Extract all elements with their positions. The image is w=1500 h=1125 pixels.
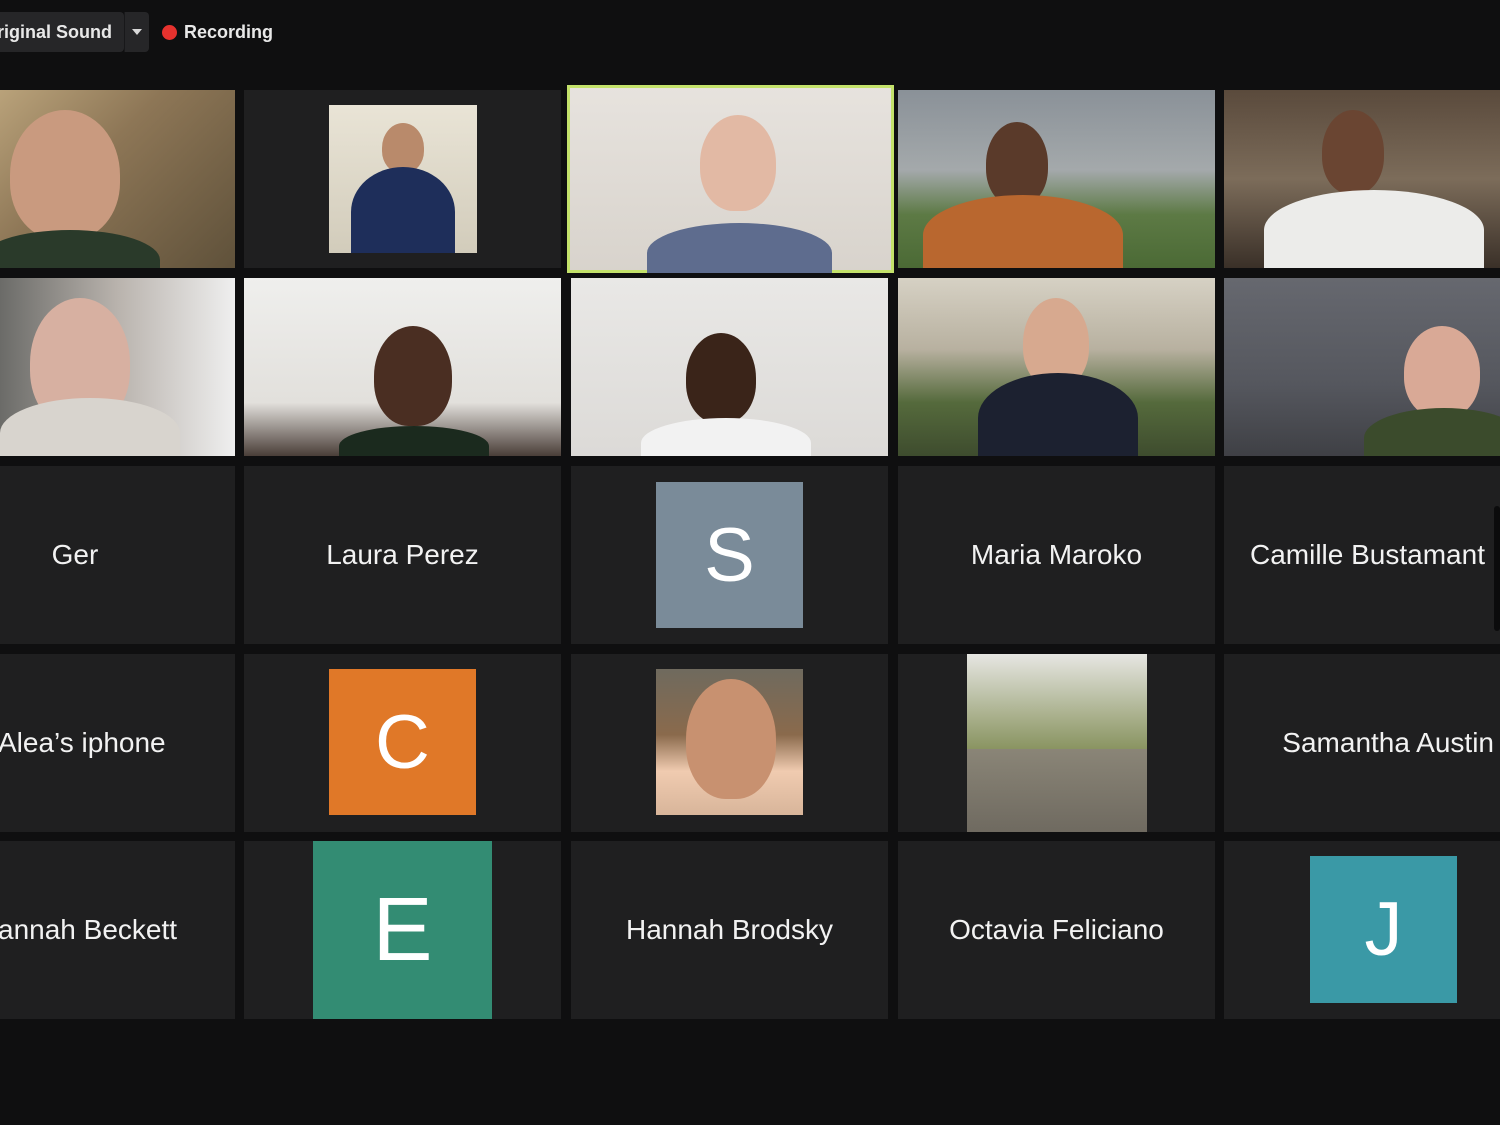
participant-avatar: S (656, 482, 803, 628)
participant-tile-photo[interactable] (571, 654, 888, 832)
participant-body (647, 223, 832, 273)
participant-tile-landscape[interactable] (898, 654, 1215, 832)
video-tile-r1c4[interactable] (898, 90, 1215, 268)
participant-tile-samantha-austin[interactable]: Samantha Austin (1224, 654, 1500, 832)
participant-name: Samantha Austin (1282, 727, 1494, 758)
recording-label: Recording (184, 21, 274, 42)
participant-tile-hannah-brodsky[interactable]: Hannah Brodsky (571, 841, 888, 1019)
participant-avatar: E (313, 841, 492, 1019)
video-tile-r1c1[interactable] (0, 90, 235, 268)
participant-body (351, 167, 455, 253)
participant-face (686, 679, 776, 799)
participant-tile-laura-perez[interactable]: Laura Perez (244, 466, 561, 644)
scrollbar[interactable] (1494, 506, 1500, 631)
participant-tile-c[interactable]: C (244, 654, 561, 832)
participant-body (1364, 408, 1500, 456)
participant-body (0, 230, 160, 268)
video-tile-r1c2[interactable] (244, 90, 561, 268)
video-tile-r2c4[interactable] (898, 278, 1215, 456)
participant-body (923, 195, 1123, 268)
participant-profile-photo (967, 654, 1147, 832)
participant-body (641, 418, 811, 456)
participant-face (382, 123, 424, 173)
participant-tile-octavia-feliciano[interactable]: Octavia Feliciano (898, 841, 1215, 1019)
participant-face (1322, 110, 1384, 194)
participant-face (686, 333, 756, 423)
participant-name: annah Beckett (0, 914, 178, 945)
river-shape (967, 749, 1147, 832)
participant-name: Hannah Brodsky (625, 914, 833, 945)
participant-tile-ger[interactable]: Ger (0, 466, 235, 644)
participant-video (329, 105, 477, 253)
participant-tile-camille-bustamant[interactable]: Camille Bustamant (1224, 466, 1500, 644)
video-tile-r1c3-active-speaker[interactable] (567, 85, 894, 273)
participant-body (339, 426, 489, 456)
original-sound-label: riginal Sound (0, 22, 112, 42)
participant-tile-j[interactable]: J (1224, 841, 1500, 1019)
participant-tile-aleas-iphone[interactable]: Alea’s iphone (0, 654, 235, 832)
participant-face (986, 122, 1048, 206)
recording-dot-icon (162, 24, 177, 40)
chevron-down-icon (132, 29, 142, 35)
participant-video (10, 110, 120, 240)
participant-tile-e[interactable]: E (244, 841, 561, 1019)
participant-name: Octavia Feliciano (949, 914, 1164, 945)
participant-face (700, 115, 776, 211)
participant-name: Laura Perez (326, 539, 479, 570)
participant-body (1264, 190, 1484, 268)
video-tile-r2c5[interactable] (1224, 278, 1500, 456)
video-tile-r2c3[interactable] (571, 278, 888, 456)
participant-tile-s[interactable]: S (571, 466, 888, 644)
video-tile-r2c2[interactable] (244, 278, 561, 456)
participant-avatar: C (329, 669, 476, 815)
participant-body (0, 398, 180, 456)
recording-indicator[interactable]: Recording (162, 12, 273, 52)
meeting-toolbar: riginal Sound Recording (0, 0, 1500, 68)
participant-tile-hannah-beckett[interactable]: annah Beckett (0, 841, 235, 1019)
participant-name: Alea’s iphone (0, 727, 166, 758)
participant-profile-photo (656, 669, 803, 815)
participant-name: Camille Bustamant (1250, 539, 1485, 570)
original-sound-button[interactable]: riginal Sound (0, 12, 124, 52)
participant-body (978, 373, 1138, 456)
video-tile-r2c1[interactable] (0, 278, 235, 456)
participant-name: Ger (51, 539, 99, 570)
participant-face (374, 326, 452, 426)
video-tile-r1c5[interactable] (1224, 90, 1500, 268)
participant-name: Maria Maroko (970, 539, 1143, 570)
original-sound-dropdown[interactable] (124, 12, 149, 52)
participant-avatar: J (1310, 856, 1457, 1003)
participant-tile-maria-maroko[interactable]: Maria Maroko (898, 466, 1215, 644)
participant-face (1404, 326, 1480, 418)
